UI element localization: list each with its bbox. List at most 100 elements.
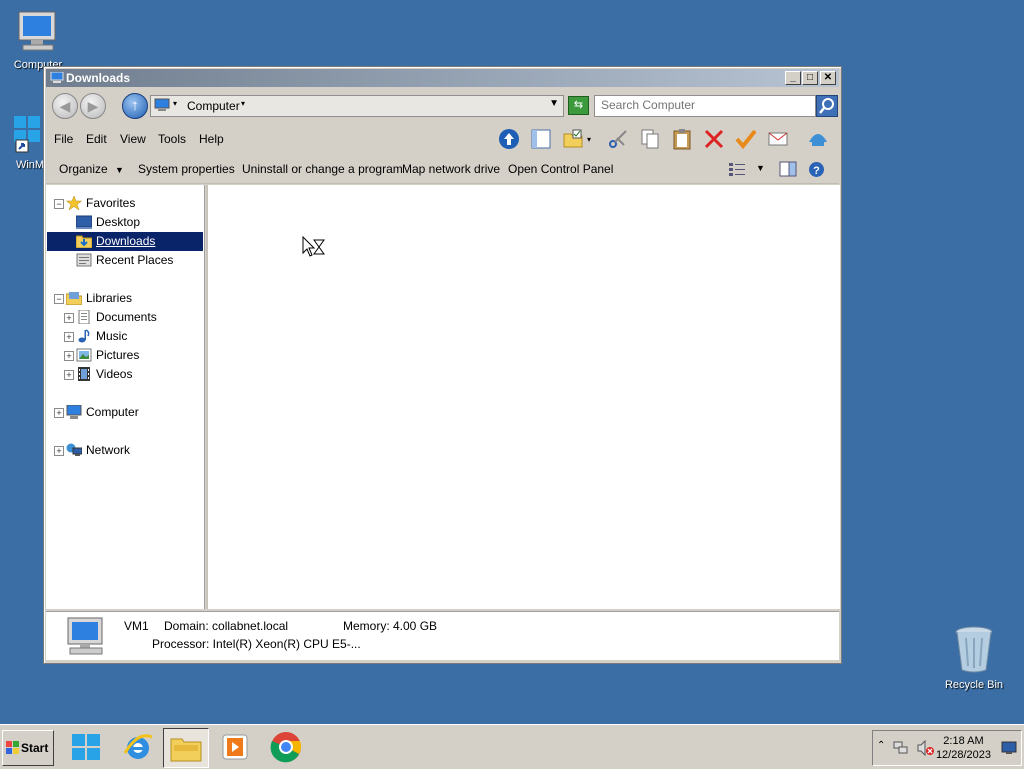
menu-edit[interactable]: Edit [86, 132, 107, 146]
move-to-dropdown-icon[interactable]: ▾ [587, 135, 591, 144]
toolbar-cut-button[interactable] [606, 128, 630, 150]
expand-videos-icon[interactable]: + [64, 370, 74, 380]
toolbar-web-button[interactable] [806, 128, 830, 150]
tree-item-favorites[interactable]: − Favorites [46, 194, 204, 213]
toolbar-email-button[interactable] [766, 128, 790, 150]
toolbar-up-button[interactable] [497, 128, 521, 150]
window-titlebar[interactable]: Downloads _ □ ✕ [46, 69, 839, 87]
expand-network-icon[interactable]: + [54, 446, 64, 456]
address-bar[interactable]: ▾ Computer ▾ ▼ [150, 95, 564, 117]
organize-button[interactable]: Organize ▼ [59, 162, 124, 176]
change-view-button[interactable] [728, 161, 746, 180]
expand-music-icon[interactable]: + [64, 332, 74, 342]
help-icon: ? [809, 162, 824, 177]
tree-label-recent-places: Recent Places [96, 253, 174, 267]
tree-item-computer[interactable]: + Computer [46, 403, 204, 422]
scissors-icon [609, 130, 627, 148]
tree-item-pictures[interactable]: + Pictures [46, 346, 204, 365]
back-button[interactable]: ◀ [52, 93, 78, 119]
start-button[interactable]: Start [2, 730, 54, 766]
address-crumb-computer[interactable]: Computer [187, 99, 240, 113]
preview-pane-icon [779, 161, 797, 177]
taskbar-file-explorer[interactable] [163, 728, 209, 768]
volume-muted-icon[interactable] [917, 740, 935, 756]
toolbar-properties-button[interactable] [734, 128, 758, 150]
details-pane: VM1 Domain: collabnet.local Memory: 4.00… [46, 611, 839, 660]
crumb-chevron-icon[interactable]: ▾ [241, 99, 245, 108]
toolbar-move-to-button[interactable] [561, 128, 585, 150]
window-title: Downloads [66, 71, 131, 85]
tree-label-network: Network [86, 443, 131, 457]
toolbar-folders-button[interactable] [529, 128, 553, 150]
collapse-favorites-icon[interactable]: − [54, 199, 64, 209]
desktop-icon-computer[interactable]: Computer [0, 10, 76, 71]
taskbar-internet-explorer[interactable] [116, 728, 160, 766]
taskbar-chrome[interactable] [264, 728, 308, 766]
toolbar-copy-button[interactable] [638, 128, 662, 150]
tree-item-recent-places[interactable]: Recent Places [46, 251, 204, 270]
file-explorer-icon [170, 738, 202, 762]
menu-view[interactable]: View [120, 132, 146, 146]
expand-pictures-icon[interactable]: + [64, 351, 74, 361]
expand-documents-icon[interactable]: + [64, 313, 74, 323]
organize-label: Organize [59, 162, 108, 176]
busy-cursor-icon [302, 236, 325, 257]
search-icon [819, 98, 834, 114]
open-control-panel-button[interactable]: Open Control Panel [508, 162, 613, 176]
tree-label-computer: Computer [86, 405, 139, 419]
show-desktop-icon[interactable] [1001, 741, 1017, 755]
maximize-button[interactable]: □ [802, 71, 818, 85]
tree-item-downloads[interactable]: Downloads [47, 232, 203, 251]
menu-file[interactable]: File [54, 132, 73, 146]
forward-button[interactable]: ▶ [80, 93, 106, 119]
tree-item-desktop[interactable]: Desktop [46, 213, 204, 232]
refresh-button[interactable]: ⇆ [568, 96, 589, 115]
map-network-drive-button[interactable]: Map network drive [402, 162, 500, 176]
menu-help[interactable]: Help [199, 132, 224, 146]
computer-memory: Memory: 4.00 GB [343, 619, 438, 633]
close-button[interactable]: ✕ [820, 71, 836, 85]
search-input[interactable] [595, 96, 811, 114]
tree-label-videos: Videos [96, 367, 133, 381]
tree-item-documents[interactable]: + Documents [46, 308, 204, 327]
explorer-window: Downloads _ □ ✕ ◀ ▶ ↑ ▾ Computer ▾ ▼ ⇆ S… [43, 66, 842, 664]
up-button[interactable]: ↑ [122, 93, 148, 119]
help-button[interactable]: ? [808, 161, 825, 181]
system-properties-button[interactable]: System properties [138, 162, 235, 176]
details-computer-icon [67, 617, 103, 655]
tree-item-music[interactable]: + Music [46, 327, 204, 346]
tree-item-libraries[interactable]: − Libraries [46, 289, 204, 308]
tree-label-downloads: Downloads [96, 234, 156, 248]
windows-logo-icon [72, 734, 100, 760]
star-icon [66, 196, 82, 210]
network-tray-icon[interactable] [893, 740, 909, 756]
collapse-libraries-icon[interactable]: − [54, 294, 64, 304]
menu-tools[interactable]: Tools [158, 132, 186, 146]
tree-item-videos[interactable]: + Videos [46, 365, 204, 384]
address-dropdown-icon[interactable]: ▼ [549, 98, 559, 109]
taskbar-media-player[interactable] [213, 728, 257, 766]
clock-date: 12/28/2023 [935, 749, 991, 761]
computer-name: VM1 [124, 619, 149, 633]
organize-dropdown-icon: ▼ [115, 165, 124, 175]
music-note-icon [78, 329, 90, 343]
clock[interactable]: 2:18 AM 12/28/2023 [936, 734, 991, 762]
search-button[interactable] [816, 95, 838, 117]
chrome-icon [270, 732, 302, 763]
uninstall-program-button[interactable]: Uninstall or change a program [242, 162, 403, 176]
toolbar-delete-button[interactable] [702, 128, 726, 150]
minimize-button[interactable]: _ [785, 71, 801, 85]
tree-item-network[interactable]: + Network [46, 441, 204, 460]
desktop-icon-recycle-bin[interactable]: Recycle Bin [936, 624, 1012, 691]
show-hidden-icons-chevron-icon[interactable]: ⌃ [877, 740, 885, 751]
taskbar-windows-app[interactable] [64, 728, 108, 766]
toolbar-paste-button[interactable] [670, 128, 694, 150]
preview-pane-button[interactable] [779, 161, 797, 180]
libraries-icon [66, 292, 82, 305]
window-computer-icon [50, 72, 64, 83]
desktop-icon [76, 215, 92, 229]
tree-label-documents: Documents [96, 310, 157, 324]
expand-computer-icon[interactable]: + [54, 408, 64, 418]
view-dropdown-icon[interactable]: ▼ [756, 163, 765, 173]
globe-shell-icon [809, 134, 827, 146]
